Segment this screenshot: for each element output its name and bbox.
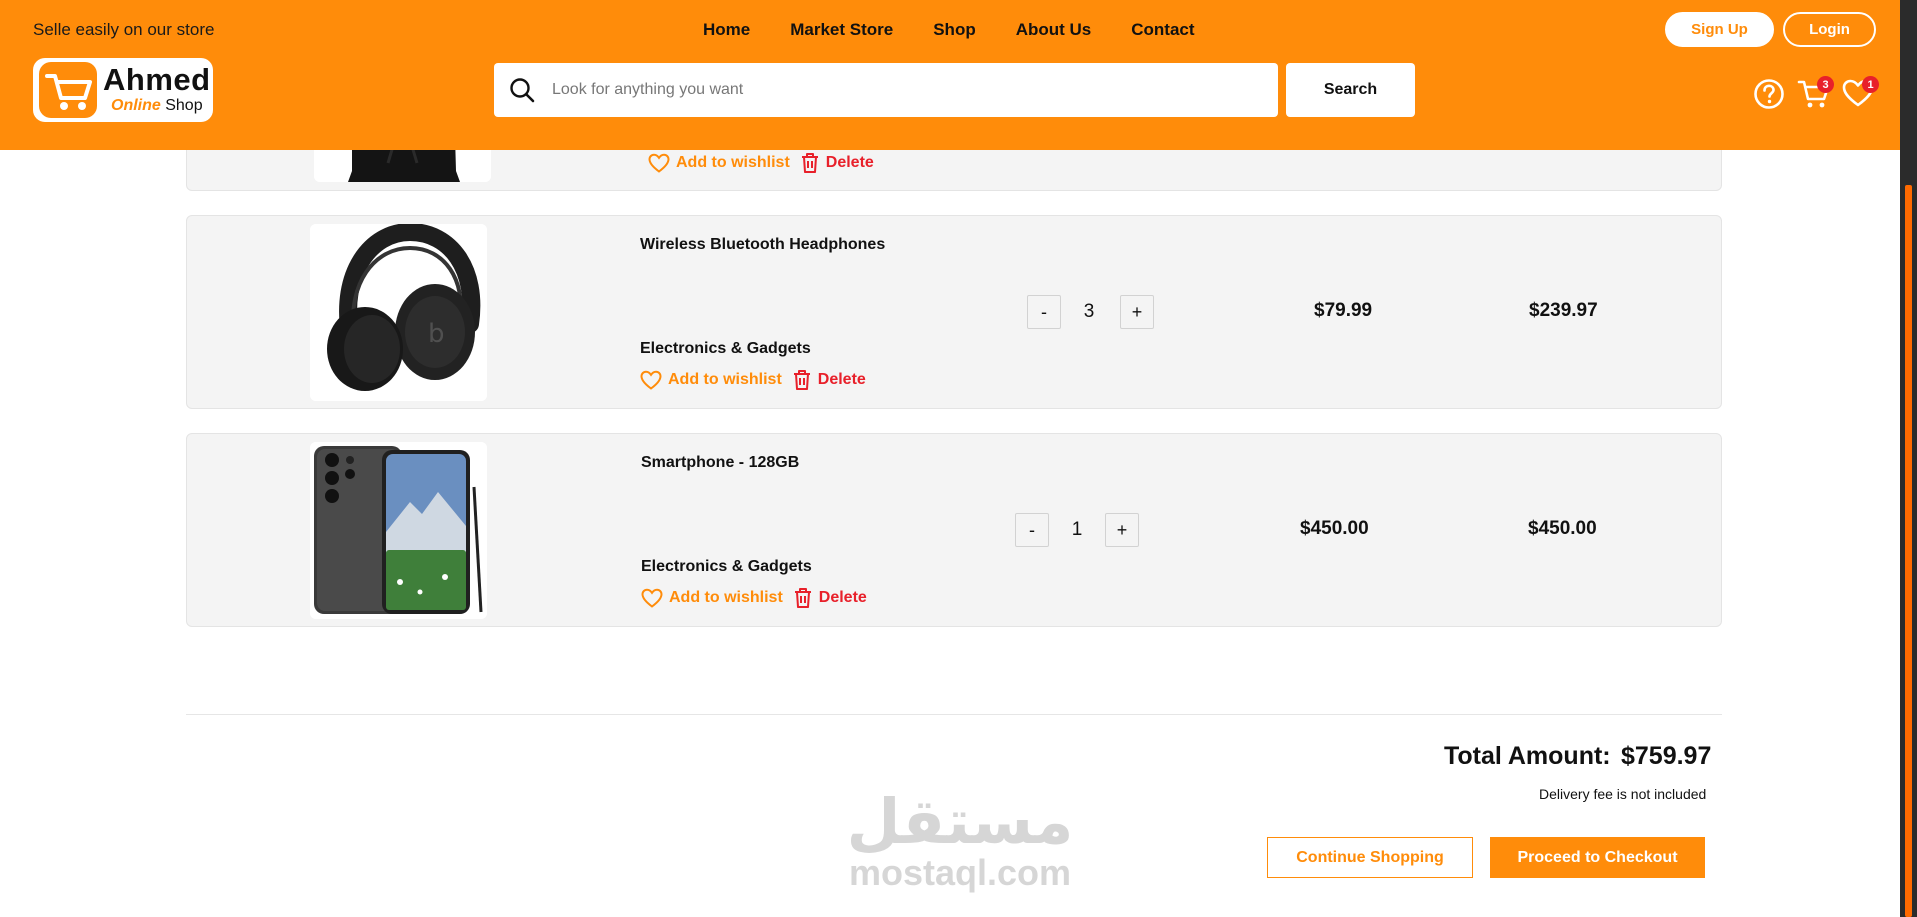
nav-contact[interactable]: Contact (1131, 20, 1194, 40)
product-category: Electronics & Gadgets (641, 558, 812, 575)
main-nav: Home Market Store Shop About Us Contact (703, 20, 1235, 40)
login-button[interactable]: Login (1783, 12, 1876, 47)
item-subtotal: $239.97 (1529, 300, 1598, 321)
nav-market-store[interactable]: Market Store (790, 20, 893, 40)
product-image: b (310, 224, 487, 401)
scrollbar-thumb[interactable] (1905, 185, 1912, 917)
delivery-note: Delivery fee is not included (1539, 786, 1707, 802)
continue-shopping-button[interactable]: Continue Shopping (1267, 837, 1473, 878)
nav-home[interactable]: Home (703, 20, 750, 40)
product-name: Smartphone - 128GB (641, 454, 800, 471)
product-name: Wireless Bluetooth Headphones (640, 236, 886, 253)
delete-label: Delete (818, 589, 867, 606)
quantity-decrease-button[interactable]: - (1027, 295, 1061, 329)
trash-icon (793, 370, 810, 390)
trash-icon (794, 588, 811, 608)
total-amount-value: $759.97 (1621, 742, 1712, 770)
delete-label: Delete (817, 371, 866, 388)
watermark-arabic: مستقل (846, 785, 1074, 858)
item-actions: Add to wishlist Delete (640, 369, 866, 391)
logo-sub-accent: Online (111, 97, 161, 114)
quantity-increase-button[interactable]: + (1105, 513, 1139, 547)
heart-outline-icon (641, 588, 663, 608)
cart-button[interactable]: 3 (1797, 76, 1834, 115)
smartphone-image (310, 442, 487, 619)
cart-logo-icon (39, 62, 97, 118)
headphones-image: b (310, 224, 487, 401)
help-button[interactable] (1753, 78, 1785, 115)
page-scrollbar[interactable] (1900, 0, 1917, 917)
heart-outline-icon (648, 153, 670, 173)
heart-outline-icon (640, 370, 662, 390)
delete-button[interactable]: Delete (792, 369, 866, 391)
svg-text:b: b (428, 319, 445, 349)
search-bar (494, 63, 1278, 117)
nav-shop[interactable]: Shop (933, 20, 976, 40)
trash-icon (801, 153, 818, 173)
watermark-latin: mostaql.com (848, 852, 1072, 893)
product-image (310, 442, 487, 619)
quantity-increase-button[interactable]: + (1120, 295, 1154, 329)
wishlist-label: Add to wishlist (669, 589, 783, 606)
summary-divider (186, 714, 1722, 715)
item-subtotal: $450.00 (1528, 518, 1597, 539)
total-amount-label: Total Amount: (1444, 742, 1611, 770)
proceed-to-checkout-button[interactable]: Proceed to Checkout (1490, 837, 1705, 878)
cart-item-row: Smartphone - 128GB Electronics & Gadgets… (186, 433, 1722, 627)
header-tagline: Selle easily on our store (33, 20, 215, 39)
quantity-value: 3 (1083, 301, 1095, 322)
wishlist-button[interactable]: 1 (1842, 76, 1879, 113)
add-to-wishlist-button[interactable]: Add to wishlist (640, 370, 782, 390)
help-icon (1754, 79, 1784, 109)
search-icon (510, 78, 535, 103)
quantity-decrease-button[interactable]: - (1015, 513, 1049, 547)
signup-button[interactable]: Sign Up (1665, 12, 1774, 47)
unit-price: $79.99 (1314, 300, 1373, 321)
cart-item-row: b Wireless Bluetooth Headphones Electron… (186, 215, 1722, 409)
product-category: Electronics & Gadgets (640, 340, 811, 357)
site-logo[interactable]: Ahmed Online Shop (33, 58, 213, 122)
quantity-value: 1 (1071, 519, 1083, 540)
add-to-wishlist-button[interactable]: Add to wishlist (648, 153, 790, 173)
item-actions: Add to wishlist Delete (648, 152, 874, 174)
wishlist-label: Add to wishlist (676, 154, 790, 171)
wishlist-label: Add to wishlist (668, 371, 782, 388)
cart-count-badge: 3 (1817, 76, 1834, 93)
wishlist-count-badge: 1 (1862, 76, 1879, 93)
search-input[interactable] (552, 81, 1232, 99)
search-button[interactable]: Search (1286, 63, 1415, 117)
delete-button[interactable]: Delete (800, 152, 874, 174)
delete-label: Delete (825, 154, 874, 171)
site-header: Selle easily on our store Home Market St… (0, 0, 1900, 150)
logo-sub-rest: Shop (165, 97, 203, 114)
delete-button[interactable]: Delete (793, 587, 867, 609)
logo-name: Ahmed (103, 62, 211, 97)
nav-about-us[interactable]: About Us (1016, 20, 1092, 40)
add-to-wishlist-button[interactable]: Add to wishlist (641, 588, 783, 608)
watermark: مستقل mostaql.com (840, 790, 1080, 892)
unit-price: $450.00 (1300, 518, 1369, 539)
item-actions: Add to wishlist Delete (641, 587, 867, 609)
